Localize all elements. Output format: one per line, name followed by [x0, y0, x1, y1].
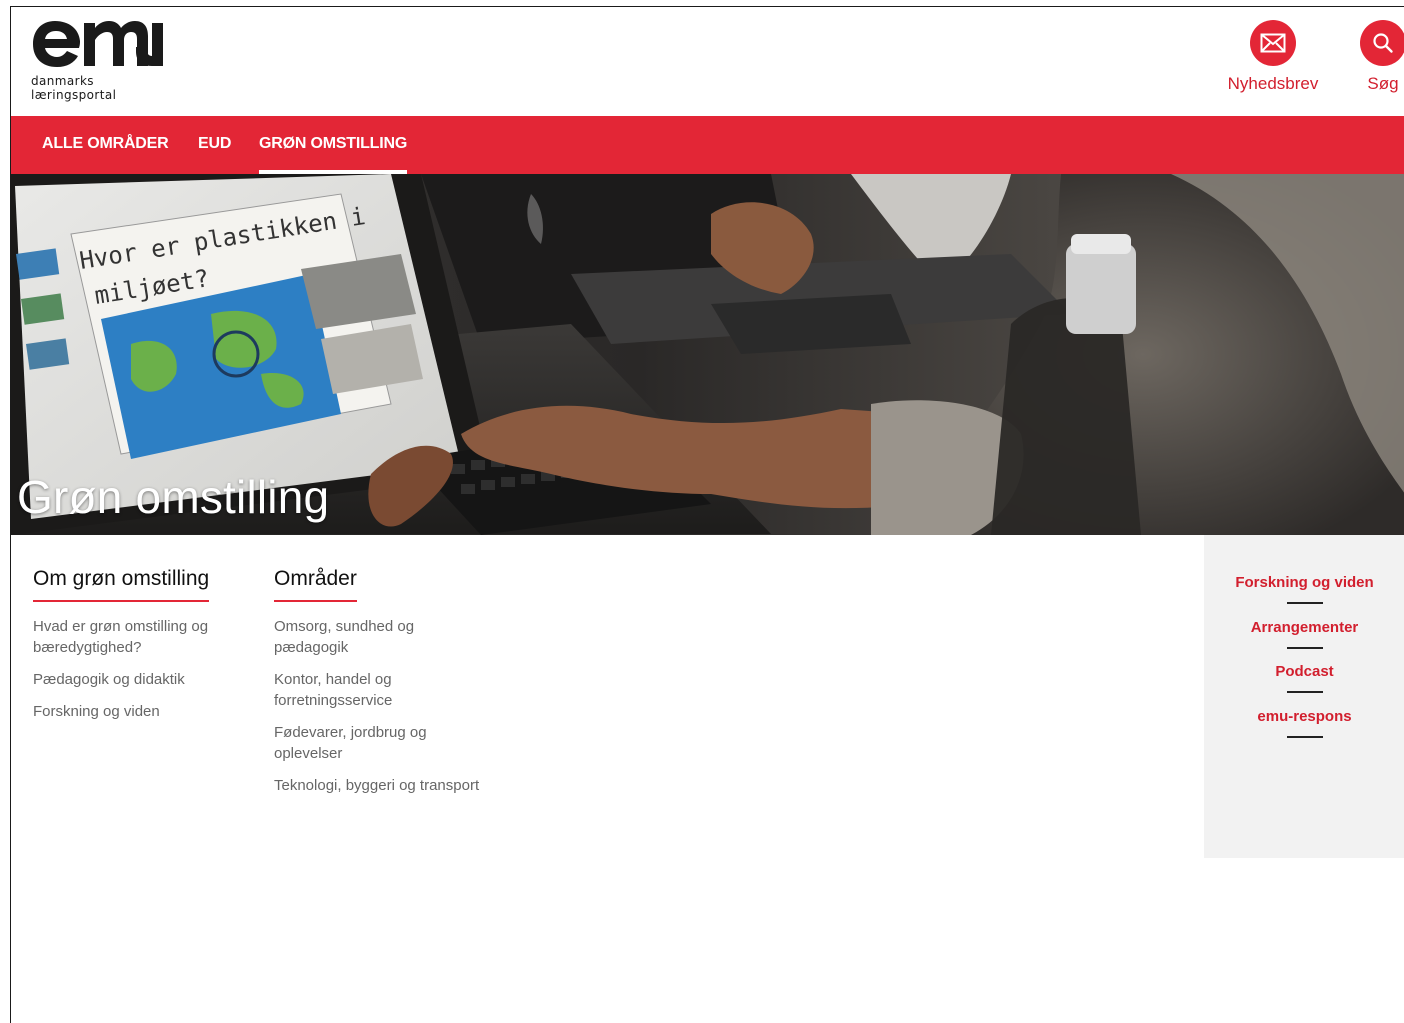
newsletter-label: Nyhedsbrev — [1227, 74, 1319, 93]
search-icon — [1360, 20, 1404, 66]
page-title: Grøn omstilling — [17, 471, 330, 523]
areas-link-list: Omsorg, sundhed og pædagogik Kontor, han… — [274, 616, 484, 796]
site-header: danmarks læringsportal Nyhedsbrev Søg — [11, 7, 1404, 116]
divider — [1286, 691, 1323, 693]
sidebar-link-emu-respons[interactable]: emu-respons — [1257, 708, 1351, 725]
sidebar-item: Forskning og viden — [1204, 574, 1404, 619]
newsletter-button[interactable]: Nyhedsbrev — [1221, 20, 1325, 94]
nav-item-eud[interactable]: EUD — [198, 116, 231, 174]
areas-heading: Områder — [274, 567, 357, 602]
list-item[interactable]: Fødevarer, jordbrug og oplevelser — [274, 722, 484, 764]
sidebar-link-podcast[interactable]: Podcast — [1275, 663, 1333, 680]
about-link-list: Hvad er grøn omstilling og bæredygtighed… — [33, 616, 233, 722]
list-item[interactable]: Forskning og viden — [33, 701, 233, 722]
sidebar-item: Podcast — [1204, 663, 1404, 708]
hero-banner: Hvor er plastikken i miljøet? Grøn omsti… — [11, 174, 1404, 535]
list-item[interactable]: Pædagogik og didaktik — [33, 669, 233, 690]
about-heading: Om grøn omstilling — [33, 567, 210, 602]
sidebar-item: emu-respons — [1204, 708, 1404, 753]
main-nav: ALLE OMRÅDER EUD GRØN OMSTILLING — [11, 116, 1404, 174]
logo-tagline: danmarks læringsportal — [31, 74, 117, 102]
areas-section: Områder Omsorg, sundhed og pædagogik Kon… — [274, 567, 484, 807]
emu-logo-mark — [33, 21, 163, 67]
search-button[interactable]: Søg — [1358, 20, 1404, 94]
divider — [1286, 602, 1323, 604]
list-item[interactable]: Teknologi, byggeri og transport — [274, 775, 484, 796]
sidebar: Forskning og viden Arrangementer Podcast… — [1204, 535, 1404, 858]
divider — [1286, 646, 1323, 649]
divider — [1286, 735, 1323, 738]
list-item[interactable]: Hvad er grøn omstilling og bæredygtighed… — [33, 616, 233, 658]
page-frame: danmarks læringsportal Nyhedsbrev Søg AL… — [10, 6, 1404, 1023]
sidebar-link-forskning[interactable]: Forskning og viden — [1235, 574, 1373, 591]
list-item[interactable]: Kontor, handel og forretningsservice — [274, 669, 484, 711]
envelope-icon — [1250, 20, 1296, 66]
sidebar-link-arrangementer[interactable]: Arrangementer — [1251, 619, 1359, 636]
emu-logo[interactable]: danmarks læringsportal — [31, 19, 181, 102]
sidebar-item: Arrangementer — [1204, 619, 1404, 664]
list-item[interactable]: Omsorg, sundhed og pædagogik — [274, 616, 484, 658]
about-section: Om grøn omstilling Hvad er grøn omstilli… — [33, 567, 233, 733]
nav-item-alle-omraader[interactable]: ALLE OMRÅDER — [42, 116, 169, 174]
search-label: Søg — [1367, 74, 1399, 93]
sidebar-link-list: Forskning og viden Arrangementer Podcast… — [1204, 535, 1404, 752]
nav-item-groen-omstilling[interactable]: GRØN OMSTILLING — [259, 116, 407, 174]
